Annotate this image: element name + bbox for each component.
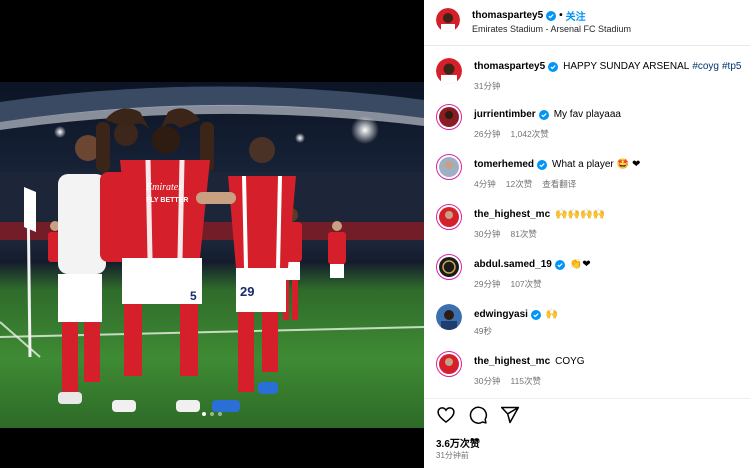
commenter-avatar[interactable] (436, 304, 462, 330)
commenter-avatar[interactable] (436, 254, 462, 280)
commenter-username[interactable]: the_highest_mc (474, 356, 550, 367)
commenter-avatar[interactable] (436, 351, 462, 377)
commenter-username[interactable]: the_highest_mc (474, 209, 550, 220)
verified-badge-icon (537, 159, 548, 170)
comment-likes[interactable]: 1,042次赞 (510, 128, 548, 140)
comment-text: COYG (555, 356, 585, 367)
commenter-username[interactable]: abdul.samed_19 (474, 259, 552, 270)
svg-text:5: 5 (190, 289, 197, 303)
hashtag-link[interactable]: #coyg (692, 61, 719, 72)
comment-emoji: 🙌 (545, 309, 559, 320)
post-like-count[interactable]: 3.6万次赞 (436, 435, 480, 450)
heart-icon[interactable] (436, 405, 456, 425)
caption-text: HAPPY SUNDAY ARSENAL (563, 61, 690, 72)
caption-time: 31分钟 (474, 81, 501, 91)
follow-button[interactable]: 关注 (566, 8, 586, 23)
share-icon[interactable] (500, 405, 520, 425)
caption-avatar[interactable] (436, 58, 462, 84)
post-header: thomaspartey5 • 关注 Emirates Stadium - Ar… (424, 0, 750, 46)
comment-time: 4分钟 (474, 179, 496, 189)
photo-illustration: Emirates FLY BETTER 5 29 (0, 86, 424, 412)
comment-emoji: 👏❤ (569, 259, 591, 270)
see-translation-link[interactable]: 查看翻译 (542, 178, 576, 190)
commenter-avatar[interactable] (436, 154, 462, 180)
comment-text: What a player (552, 159, 614, 170)
svg-text:29: 29 (240, 284, 254, 299)
caption-username[interactable]: thomaspartey5 (474, 61, 545, 72)
comment-time: 30分钟 (474, 376, 501, 386)
post-timestamp: 31分钟前 (436, 451, 469, 460)
author-avatar[interactable] (436, 8, 460, 32)
comment-time: 26分钟 (474, 129, 501, 139)
carousel-dots (0, 412, 424, 416)
author-username[interactable]: thomaspartey5 (472, 10, 543, 21)
comment-text: My fav playaaa (553, 109, 621, 120)
comment-likes[interactable]: 81次赞 (510, 228, 536, 240)
carousel-dot[interactable] (210, 412, 214, 416)
verified-badge-icon (546, 10, 557, 21)
comment-likes[interactable]: 12次赞 (506, 178, 532, 190)
commenter-avatar[interactable] (436, 104, 462, 130)
commenter-username[interactable]: tomerhemed (474, 159, 534, 170)
comment-emoji: 🤩 ❤ (616, 159, 641, 170)
hashtag-link[interactable]: #tp5 (722, 61, 741, 72)
verified-badge-icon (538, 109, 549, 120)
commenter-avatar[interactable] (436, 204, 462, 230)
comment-likes[interactable]: 115次赞 (510, 375, 541, 387)
verified-badge-icon (554, 259, 565, 270)
post-photo[interactable]: Emirates FLY BETTER 5 29 (0, 82, 424, 428)
comment-icon[interactable] (468, 405, 488, 425)
svg-text:FLY BETTER: FLY BETTER (146, 197, 188, 204)
post-info-pane: thomaspartey5 • 关注 Emirates Stadium - Ar… (424, 0, 750, 468)
comment-time: 29分钟 (474, 279, 501, 289)
post-actions: 3.6万次赞 31分钟前 (424, 398, 750, 468)
verified-badge-icon (548, 61, 559, 72)
comment-time: 49秒 (474, 326, 492, 336)
comment-emoji: 🙌🙌🙌🙌 (555, 209, 605, 220)
verified-badge-icon (530, 309, 541, 320)
comment-likes[interactable]: 107次赞 (510, 278, 541, 290)
carousel-dot[interactable] (202, 412, 206, 416)
commenter-username[interactable]: jurrientimber (474, 109, 536, 120)
carousel-dot[interactable] (218, 412, 222, 416)
commenter-username[interactable]: edwingyasi (474, 309, 528, 320)
location-link[interactable]: Emirates Stadium - Arsenal FC Stadium (472, 24, 631, 34)
separator-dot: • (559, 10, 563, 21)
comment-time: 30分钟 (474, 229, 501, 239)
svg-text:Emirates: Emirates (145, 182, 182, 193)
media-pane: Emirates FLY BETTER 5 29 (0, 0, 424, 468)
